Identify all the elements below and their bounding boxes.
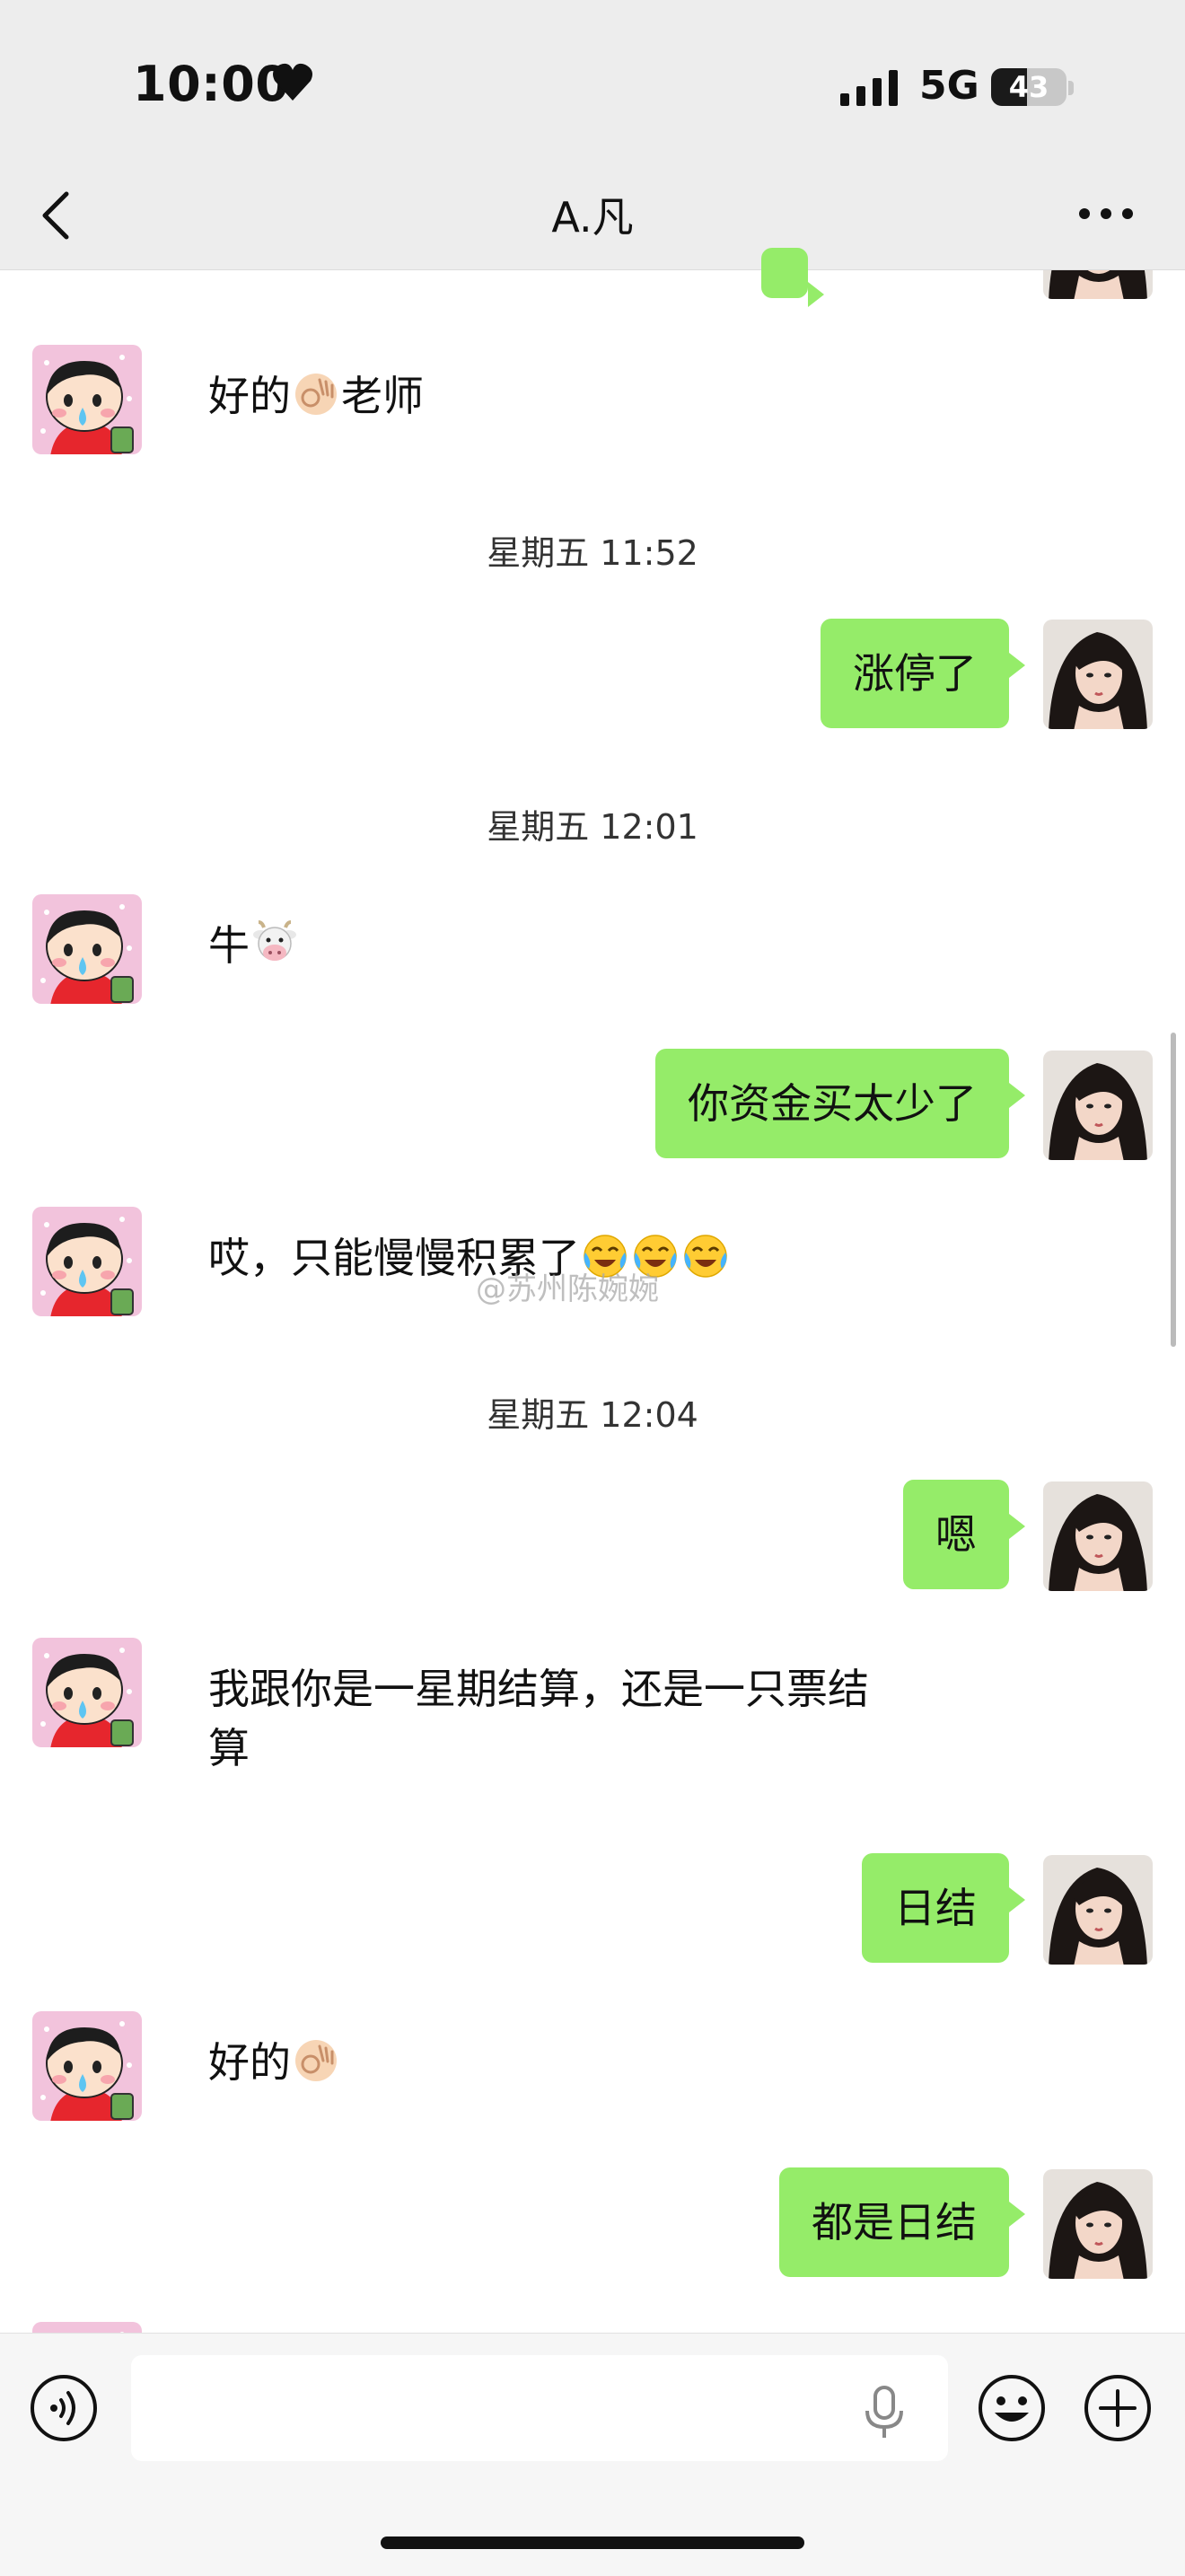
message-text: 你资金买太少了: [688, 1079, 977, 1128]
avatar[interactable]: [1043, 2169, 1153, 2279]
input-bar: [0, 2333, 1185, 2576]
avatar[interactable]: [32, 345, 142, 454]
ok-hand-icon: [294, 2038, 338, 2083]
avatar[interactable]: [1043, 1051, 1153, 1160]
message-bubble-partial: [761, 248, 824, 307]
message-bubble[interactable]: 牛: [160, 891, 332, 1000]
message-text: 我跟你是一星期结算，还是一只票结: [208, 1665, 869, 1713]
time-label: 星期五 12:04: [487, 1395, 698, 1435]
avatar[interactable]: [32, 2322, 142, 2333]
message-bubble[interactable]: 好的 老师: [160, 341, 456, 451]
battery-icon: 43: [991, 68, 1066, 106]
message-bubble[interactable]: 你资金买太少了: [655, 1049, 1025, 1158]
avatar[interactable]: [32, 1638, 142, 1747]
heart-icon: [273, 63, 312, 101]
message-text: 日结: [894, 1884, 977, 1932]
chat-title: A.凡: [551, 193, 634, 242]
avatar[interactable]: [1043, 620, 1153, 729]
message-text: 牛: [208, 921, 250, 970]
plus-icon[interactable]: [1083, 2373, 1153, 2443]
message-text: 好的: [208, 2038, 291, 2087]
message-bubble[interactable]: 日结: [862, 1853, 1025, 1963]
scrollbar[interactable]: [1171, 1033, 1176, 1347]
avatar[interactable]: [1043, 1481, 1153, 1591]
voice-icon[interactable]: [29, 2373, 99, 2443]
time-label: 星期五 12:01: [487, 807, 698, 847]
time-label: 星期五 11:52: [487, 533, 698, 573]
message-bubble[interactable]: 哎，只能慢慢积累了: [160, 1203, 763, 1313]
message-text: 嗯: [935, 1510, 977, 1559]
avatar[interactable]: [32, 2011, 142, 2121]
avatar[interactable]: [32, 894, 142, 1004]
message-bubble[interactable]: 嗯: [903, 1480, 1025, 1589]
status-time: 10:00: [133, 56, 290, 112]
emoji-icon[interactable]: [977, 2373, 1047, 2443]
ok-hand-icon: [294, 372, 338, 417]
home-indicator: [381, 2536, 804, 2549]
message-bubble[interactable]: 涨停了: [821, 619, 1025, 728]
signal-icon: [840, 70, 898, 106]
message-text: 算: [208, 1724, 250, 1772]
status-bar: 10:00 5G 43: [0, 0, 1185, 153]
chat-header: A.凡: [0, 153, 1185, 270]
battery-level: 43: [1008, 70, 1049, 104]
message-text: 涨停了: [853, 649, 977, 698]
message-bubble[interactable]: 我跟你是一星期结算，还是一只票结 算: [160, 1634, 901, 1803]
message-bubble[interactable]: 好的: [160, 2008, 373, 2117]
message-bubble[interactable]: 都是日结: [779, 2167, 1025, 2277]
more-dots-icon[interactable]: [1077, 205, 1135, 223]
cow-face-icon: [251, 920, 298, 963]
avatar[interactable]: [32, 1207, 142, 1316]
laughing-crying-icon: [683, 1234, 728, 1279]
message-text: 好的: [208, 372, 291, 420]
avatar[interactable]: [1043, 270, 1153, 299]
watermark: @苏州陈婉婉: [476, 1271, 659, 1307]
avatar[interactable]: [1043, 1855, 1153, 1965]
message-input[interactable]: [131, 2355, 948, 2461]
message-text: 都是日结: [812, 2198, 977, 2246]
network-type: 5G: [919, 63, 979, 109]
message-text: 老师: [341, 372, 424, 420]
microphone-icon[interactable]: [862, 2384, 907, 2441]
